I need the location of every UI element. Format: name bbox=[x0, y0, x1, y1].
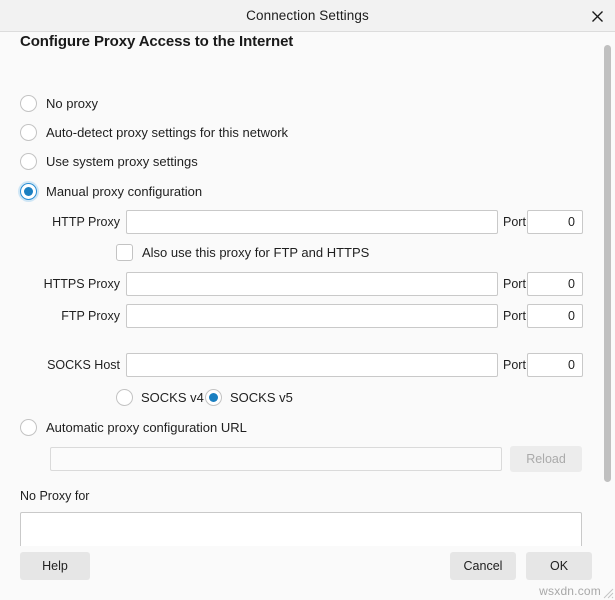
cancel-button[interactable]: Cancel bbox=[450, 552, 516, 580]
radio-auto-detect-proxy-label: Auto-detect proxy settings for this netw… bbox=[46, 124, 288, 141]
ok-button[interactable]: OK bbox=[526, 552, 592, 580]
radio-auto-config-url-label: Automatic proxy configuration URL bbox=[46, 419, 247, 436]
socks-host-label: SOCKS Host bbox=[20, 353, 120, 377]
socks-host-input[interactable] bbox=[126, 353, 498, 377]
radio-no-proxy[interactable] bbox=[20, 95, 37, 112]
ftp-port-input[interactable] bbox=[527, 304, 583, 328]
ftp-port-label: Port bbox=[503, 304, 526, 328]
checkbox-share-proxy[interactable] bbox=[116, 244, 133, 261]
radio-socks-v5-label: SOCKS v5 bbox=[230, 389, 293, 406]
no-proxy-for-label: No Proxy for bbox=[20, 489, 89, 503]
auto-config-url-input[interactable] bbox=[50, 447, 502, 471]
resize-grip-icon[interactable] bbox=[601, 586, 614, 599]
scrollbar-thumb[interactable] bbox=[604, 45, 611, 482]
dialog-footer bbox=[0, 546, 615, 600]
https-port-label: Port bbox=[503, 272, 526, 296]
ftp-proxy-label: FTP Proxy bbox=[20, 304, 120, 328]
radio-system-proxy[interactable] bbox=[20, 153, 37, 170]
radio-manual-proxy-label: Manual proxy configuration bbox=[46, 183, 202, 200]
radio-socks-v4-label: SOCKS v4 bbox=[141, 389, 204, 406]
vertical-scrollbar[interactable] bbox=[600, 33, 615, 600]
page-title: Configure Proxy Access to the Internet bbox=[20, 33, 293, 50]
https-proxy-input[interactable] bbox=[126, 272, 498, 296]
socks-port-label: Port bbox=[503, 353, 526, 377]
reload-button[interactable]: Reload bbox=[510, 446, 582, 472]
http-port-label: Port bbox=[503, 210, 526, 234]
window-title: Connection Settings bbox=[0, 0, 615, 32]
http-proxy-input[interactable] bbox=[126, 210, 498, 234]
radio-auto-config-url[interactable] bbox=[20, 419, 37, 436]
radio-socks-v5[interactable] bbox=[205, 389, 222, 406]
watermark-text: wsxdn.com bbox=[539, 584, 601, 598]
radio-no-proxy-label: No proxy bbox=[46, 95, 98, 112]
checkbox-share-proxy-label: Also use this proxy for FTP and HTTPS bbox=[142, 244, 369, 261]
http-port-input[interactable] bbox=[527, 210, 583, 234]
https-port-input[interactable] bbox=[527, 272, 583, 296]
radio-manual-proxy[interactable] bbox=[20, 183, 37, 200]
ftp-proxy-input[interactable] bbox=[126, 304, 498, 328]
https-proxy-label: HTTPS Proxy bbox=[20, 272, 120, 296]
http-proxy-label: HTTP Proxy bbox=[20, 210, 120, 234]
radio-auto-detect-proxy[interactable] bbox=[20, 124, 37, 141]
close-icon[interactable] bbox=[585, 5, 609, 27]
window-titlebar: Connection Settings bbox=[0, 0, 615, 32]
socks-port-input[interactable] bbox=[527, 353, 583, 377]
radio-socks-v4[interactable] bbox=[116, 389, 133, 406]
help-button[interactable]: Help bbox=[20, 552, 90, 580]
radio-system-proxy-label: Use system proxy settings bbox=[46, 153, 198, 170]
